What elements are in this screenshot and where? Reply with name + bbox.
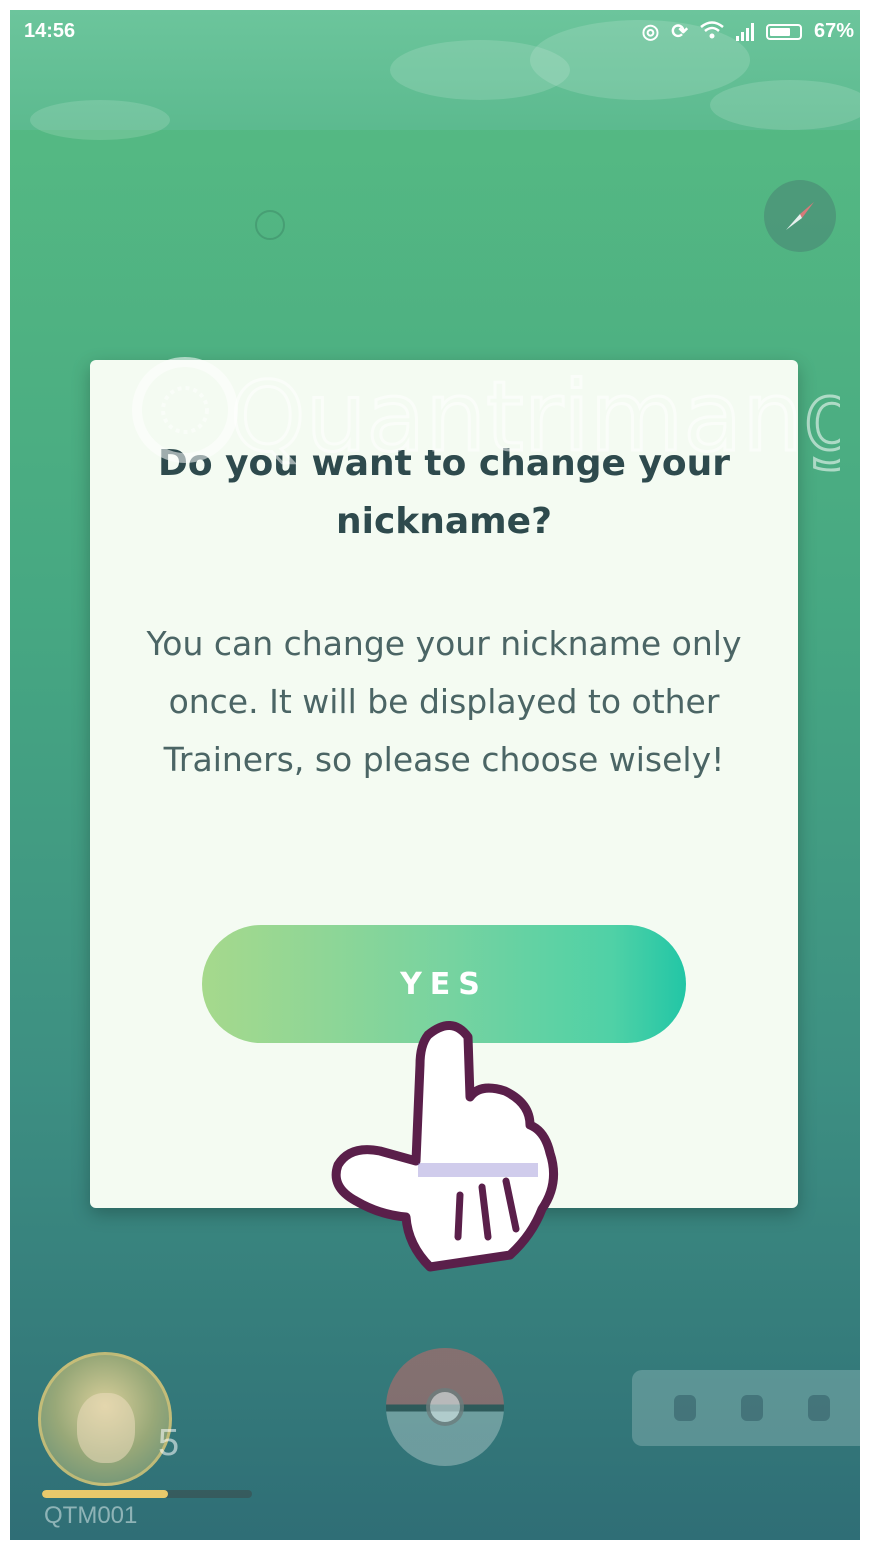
signal-icon (735, 22, 754, 41)
nearby-panel[interactable] (632, 1370, 860, 1446)
bottom-hud: 5 QTM001 (10, 1340, 860, 1540)
pokeball-menu-button[interactable] (386, 1348, 504, 1466)
status-time: 14:56 (24, 20, 76, 42)
sync-icon: ⟳ (671, 20, 688, 43)
nearby-slot (807, 1395, 830, 1421)
wifi-icon (700, 20, 724, 43)
trainer-level: 5 (158, 1422, 180, 1464)
compass-icon (786, 202, 814, 230)
map-marker (255, 210, 285, 240)
dialog-message: You can change your nickname only once. … (146, 624, 742, 779)
battery-percent: 67% (813, 20, 854, 42)
xp-bar (42, 1490, 252, 1498)
status-icons: ◎ ⟳ 67% (642, 20, 854, 43)
pointing-hand-icon (331, 1021, 559, 1272)
trainer-name: QTM001 (44, 1502, 138, 1529)
nearby-slot (740, 1395, 763, 1421)
xp-bar-fill (42, 1490, 168, 1498)
compass-button[interactable] (764, 180, 836, 252)
trainer-avatar[interactable] (38, 1352, 172, 1486)
status-bar: 14:56 ◎ ⟳ 67% (10, 10, 860, 140)
game-screen: 14:56 ◎ ⟳ 67% Do you want to change your… (10, 10, 860, 1540)
nfc-icon: ◎ (641, 20, 660, 43)
battery-icon (765, 23, 802, 40)
dialog-title: Do you want to change your nickname? (157, 443, 731, 542)
nearby-slot (674, 1395, 697, 1421)
